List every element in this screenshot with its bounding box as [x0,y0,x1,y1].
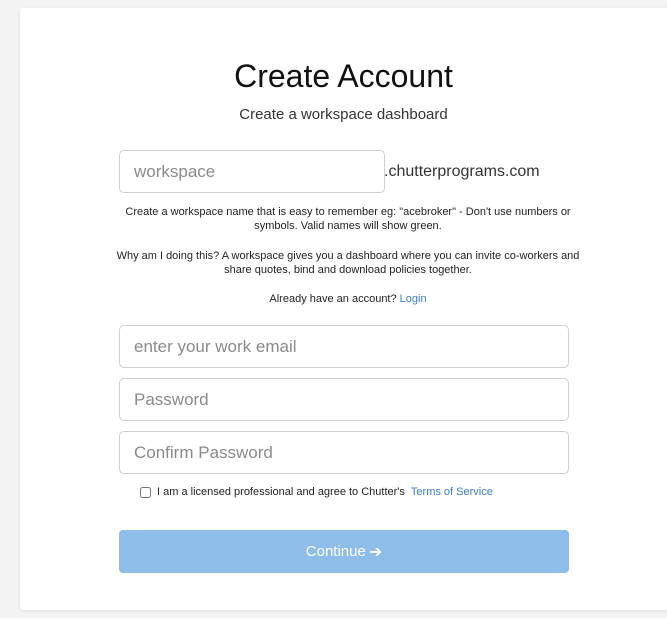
terms-checkbox[interactable] [140,486,151,498]
password-field[interactable] [119,378,569,421]
workspace-help-text: Create a workspace name that is easy to … [125,206,571,232]
continue-label: Continue [305,543,366,560]
continue-button[interactable]: Continue ➔ [119,530,569,573]
arrow-right-icon: ➔ [368,543,383,561]
terms-link[interactable]: Terms of Service [411,486,493,498]
workspace-input[interactable] [119,150,385,193]
login-prompt: Already have an account? Login [110,292,586,306]
workspace-why-text: Why am I doing this? A workspace gives y… [116,250,580,276]
email-field[interactable] [119,325,569,368]
terms-row: I am a licensed professional and agree t… [140,486,493,498]
domain-suffix: .chutterprograms.com [384,163,540,180]
login-link[interactable]: Login [400,293,427,305]
terms-label: I am a licensed professional and agree t… [157,486,405,498]
signup-card: Create Account Create a workspace dashbo… [20,8,667,610]
page-title: Create Account [234,58,453,94]
confirm-password-field[interactable] [119,431,569,474]
page-subtitle: Create a workspace dashboard [239,106,448,123]
login-prompt-text: Already have an account? [269,293,397,305]
